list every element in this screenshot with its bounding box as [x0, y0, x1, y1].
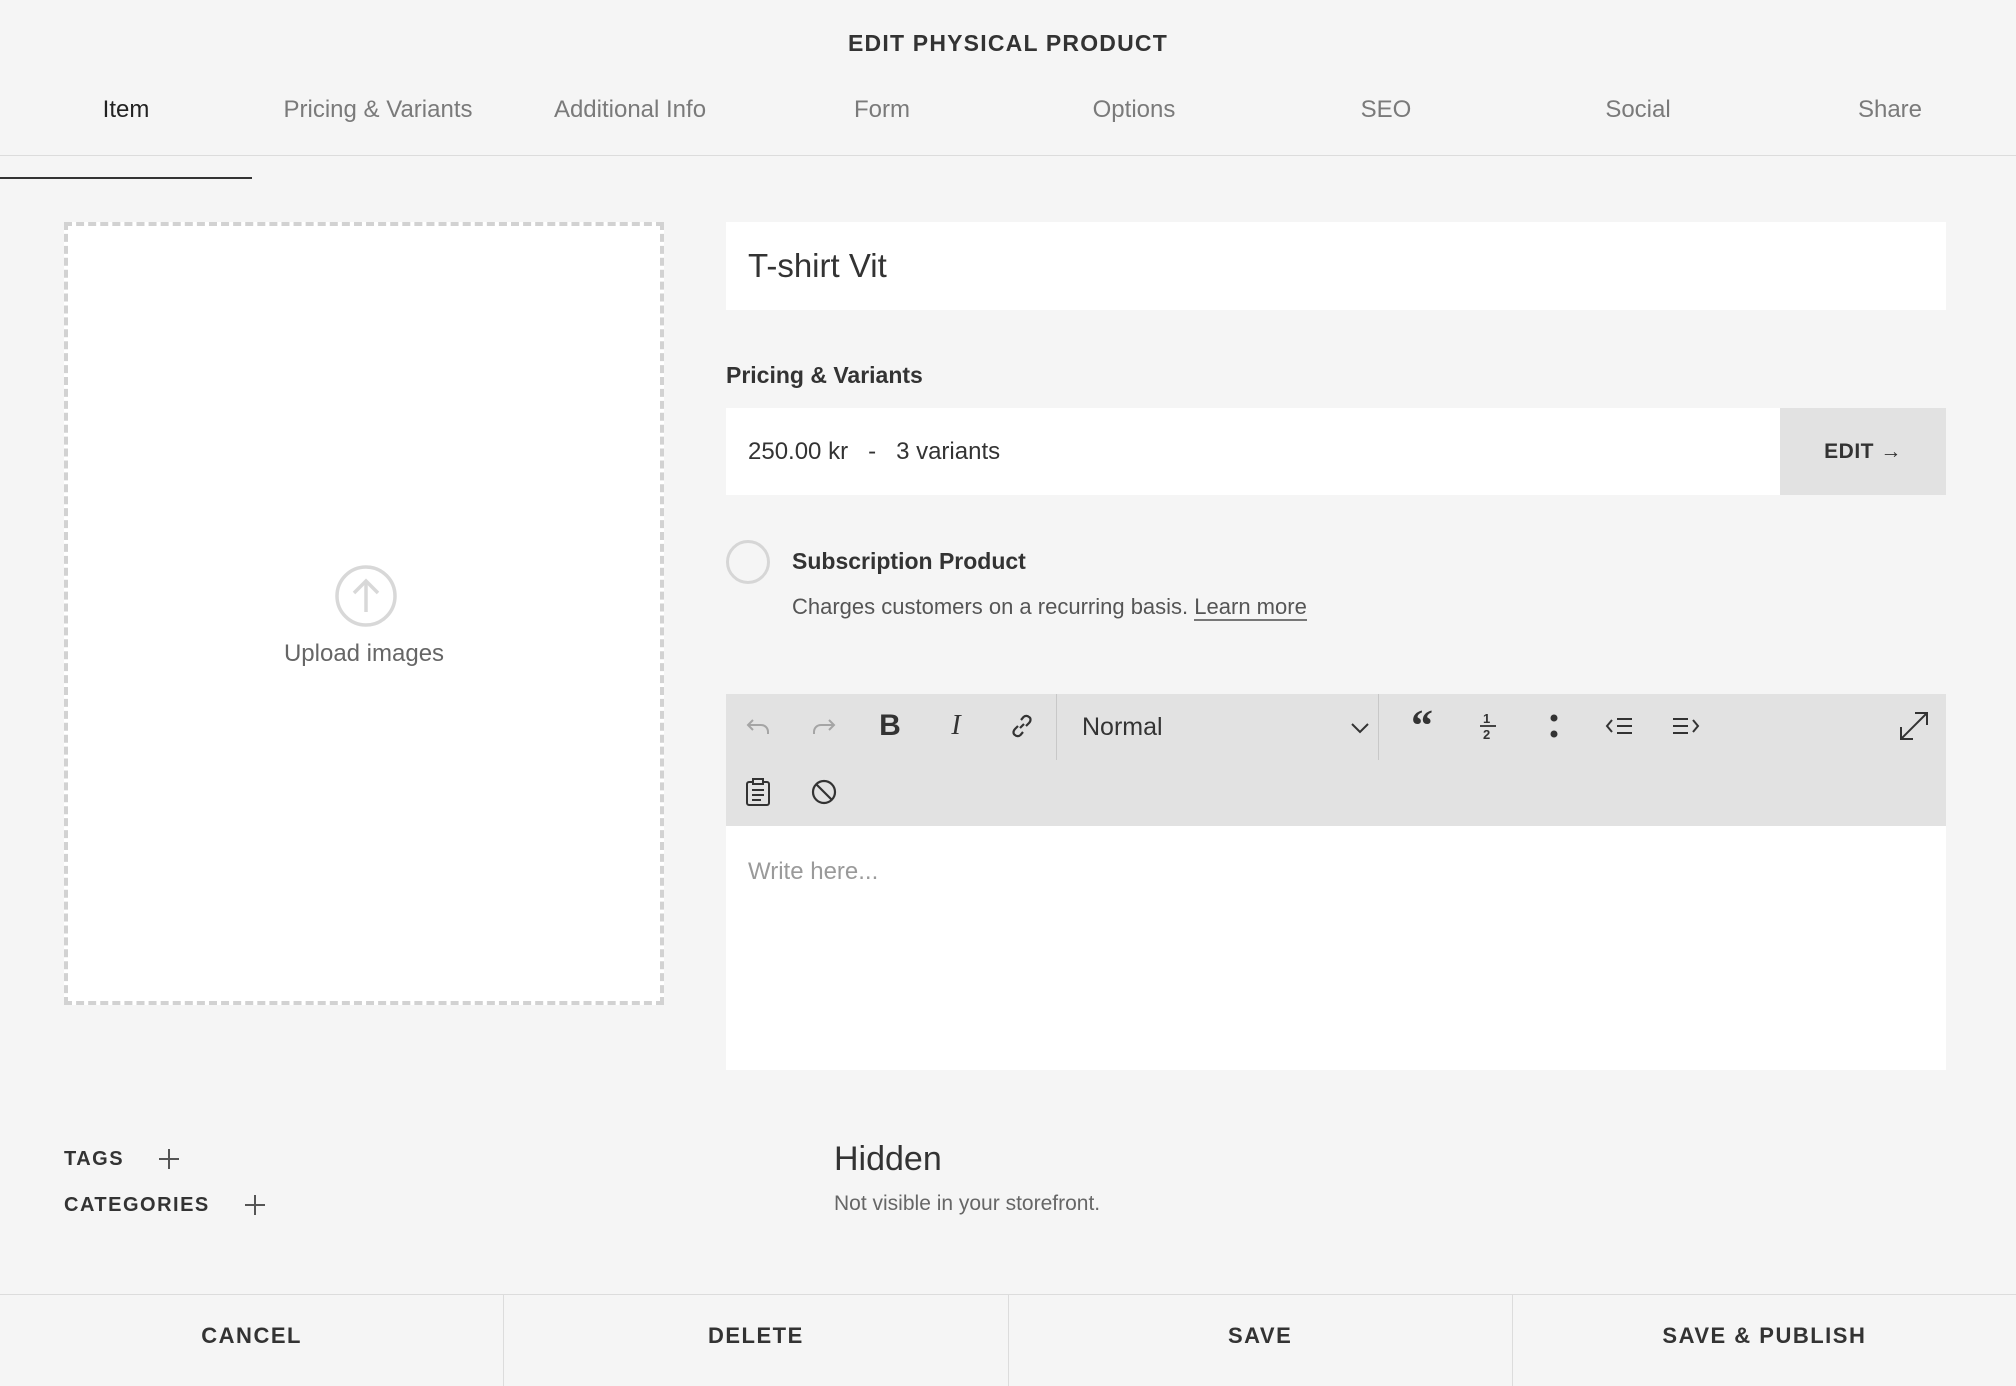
- editor-placeholder: Write here...: [748, 858, 879, 885]
- clear-format-icon[interactable]: [802, 770, 846, 814]
- tab-form[interactable]: Form: [756, 88, 1008, 155]
- tab-social[interactable]: Social: [1512, 88, 1764, 155]
- tags-label: TAGS: [64, 1147, 125, 1170]
- blockquote-icon[interactable]: “: [1400, 704, 1444, 748]
- bulleted-list-icon[interactable]: [1532, 704, 1576, 748]
- italic-icon[interactable]: I: [934, 704, 978, 748]
- pricing-summary: 250.00 kr - 3 variants: [748, 438, 1001, 465]
- categories-label: CATEGORIES: [64, 1193, 210, 1216]
- pricing-summary-box: 250.00 kr - 3 variants EDIT →: [726, 408, 1946, 495]
- bold-icon[interactable]: B: [868, 704, 912, 748]
- dialog-title: EDIT PHYSICAL PRODUCT: [848, 30, 1168, 56]
- expand-icon[interactable]: [1892, 704, 1936, 748]
- tab-bar: Item Pricing & Variants Additional Info …: [0, 88, 2016, 179]
- svg-text:1: 1: [1483, 711, 1490, 726]
- image-upload-dropzone[interactable]: Upload images: [64, 222, 664, 1005]
- delete-button[interactable]: DELETE: [504, 1295, 1009, 1386]
- outdent-icon[interactable]: [1598, 704, 1642, 748]
- toolbar-divider: [1378, 694, 1379, 760]
- visibility-description: Not visible in your storefront.: [834, 1192, 1101, 1215]
- svg-text:2: 2: [1483, 727, 1490, 741]
- visibility-status[interactable]: Hidden: [834, 1140, 942, 1179]
- toolbar-divider: [1056, 694, 1057, 760]
- description-editor[interactable]: Write here...: [726, 826, 1946, 1070]
- subscription-radio[interactable]: [726, 540, 770, 584]
- paste-plain-icon[interactable]: [736, 770, 780, 814]
- block-format-value: Normal: [1082, 712, 1163, 741]
- indent-icon[interactable]: [1664, 704, 1708, 748]
- cancel-button[interactable]: CANCEL: [0, 1295, 505, 1386]
- edit-pricing-button[interactable]: EDIT →: [1780, 408, 1946, 495]
- undo-icon[interactable]: [736, 704, 780, 748]
- learn-more-link[interactable]: Learn more: [1194, 594, 1307, 621]
- tab-seo[interactable]: SEO: [1260, 88, 1512, 155]
- subscription-title: Subscription Product: [792, 548, 1026, 574]
- subscription-description-text: Charges customers on a recurring basis.: [792, 594, 1189, 619]
- subscription-description: Charges customers on a recurring basis. …: [792, 594, 1307, 621]
- tab-options[interactable]: Options: [1008, 88, 1260, 155]
- footer-actions: CANCEL DELETE SAVE SAVE & PUBLISH: [0, 1294, 2016, 1386]
- add-category-icon[interactable]: [242, 1192, 268, 1218]
- link-icon[interactable]: [1000, 704, 1044, 748]
- tab-pricing-variants[interactable]: Pricing & Variants: [252, 88, 504, 155]
- block-format-select[interactable]: Normal: [1080, 694, 1380, 760]
- product-title-input[interactable]: [726, 222, 1946, 310]
- pricing-section-label: Pricing & Variants: [726, 362, 923, 388]
- categories-row: CATEGORIES: [64, 1192, 268, 1218]
- tags-row: TAGS: [64, 1146, 182, 1172]
- add-tag-icon[interactable]: [156, 1146, 182, 1172]
- tab-item[interactable]: Item: [0, 88, 252, 179]
- upload-arrow-icon: [335, 565, 397, 627]
- ordered-list-icon[interactable]: 12: [1466, 704, 1510, 748]
- upload-images-label: Upload images: [283, 640, 445, 667]
- save-button[interactable]: SAVE: [1009, 1295, 1513, 1386]
- chevron-down-icon: [1351, 723, 1369, 734]
- redo-icon[interactable]: [802, 704, 846, 748]
- tab-additional-info[interactable]: Additional Info: [504, 88, 756, 155]
- tab-share[interactable]: Share: [1764, 88, 2016, 155]
- save-publish-button[interactable]: SAVE & PUBLISH: [1513, 1295, 2016, 1386]
- rich-text-toolbar: B I Normal “ 12: [726, 694, 1946, 826]
